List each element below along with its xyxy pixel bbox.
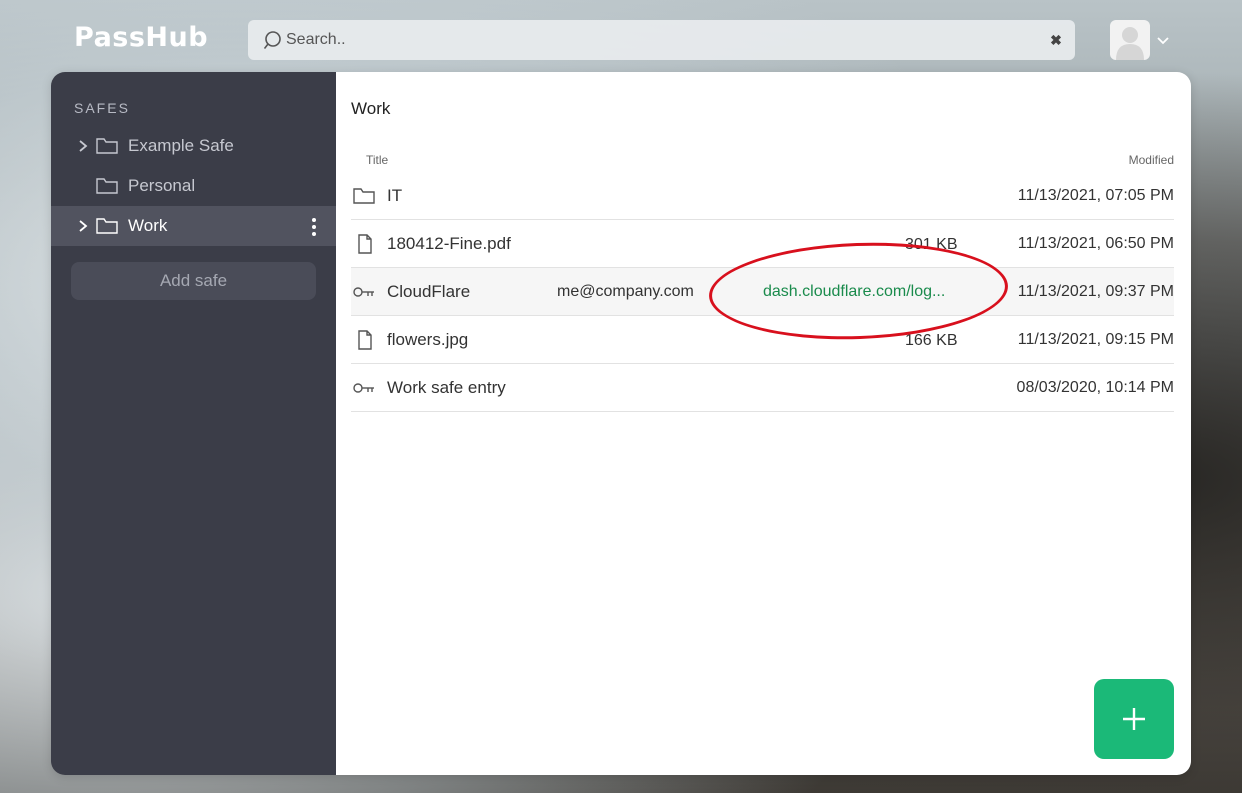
- folder-icon: [353, 188, 375, 204]
- sidebar-item-work[interactable]: Work: [51, 206, 336, 246]
- add-safe-button[interactable]: Add safe: [71, 262, 316, 300]
- column-header-title[interactable]: Title: [366, 153, 388, 167]
- breadcrumb: Work: [351, 99, 391, 118]
- row-title: 180412-Fine.pdf: [387, 234, 511, 253]
- row-size: 301 KB: [905, 236, 958, 253]
- sidebar-item-personal[interactable]: Personal: [51, 166, 336, 206]
- search-icon: [264, 31, 281, 49]
- row-title: flowers.jpg: [387, 330, 469, 349]
- chevron-down-icon[interactable]: [1156, 33, 1170, 47]
- kebab-menu-icon[interactable]: [307, 217, 321, 237]
- row-url-link[interactable]: dash.cloudflare.com/log...: [763, 283, 945, 301]
- search-input[interactable]: [286, 20, 1026, 60]
- sidebar-item-example-safe[interactable]: Example Safe: [51, 126, 336, 166]
- search-bar: ✖: [248, 20, 1075, 60]
- folder-icon: [96, 178, 118, 194]
- row-modified: 11/13/2021, 09:15 PM: [1017, 331, 1174, 348]
- content-area: Work Title Modified IT 11/13/2021, 07:05…: [336, 72, 1191, 775]
- key-icon: [353, 383, 374, 393]
- column-header-modified[interactable]: Modified: [1129, 153, 1174, 167]
- table-row[interactable]: CloudFlare me@company.com dash.cloudflar…: [351, 268, 1174, 316]
- key-icon: [353, 287, 374, 297]
- folder-icon: [96, 138, 118, 154]
- folder-icon: [96, 218, 118, 234]
- sidebar-item-label: Personal: [128, 176, 196, 195]
- table-row[interactable]: 180412-Fine.pdf 301 KB 11/13/2021, 06:50…: [351, 220, 1174, 268]
- row-title: IT: [387, 186, 403, 205]
- sidebar-item-label: Work: [128, 216, 168, 235]
- clear-search-icon[interactable]: ✖: [1047, 31, 1065, 49]
- table-row[interactable]: IT 11/13/2021, 07:05 PM: [351, 172, 1174, 220]
- row-login[interactable]: me@company.com: [557, 283, 694, 301]
- row-modified: 08/03/2020, 10:14 PM: [1016, 379, 1174, 396]
- avatar[interactable]: [1110, 20, 1150, 60]
- row-size: 166 KB: [905, 332, 958, 349]
- row-modified: 11/13/2021, 09:37 PM: [1017, 283, 1174, 300]
- app-logo[interactable]: PassHub: [74, 22, 208, 53]
- items-table: Title Modified IT 11/13/2021, 07:05 PM 1…: [351, 152, 1174, 412]
- sidebar-title: SAFES: [74, 100, 130, 116]
- sidebar: SAFES Example Safe Personal Work Add saf…: [51, 72, 336, 775]
- sidebar-item-label: Example Safe: [128, 136, 234, 155]
- add-item-button[interactable]: [1094, 679, 1174, 759]
- user-silhouette-icon: [1116, 27, 1144, 60]
- plus-icon: [1123, 708, 1145, 730]
- row-title: CloudFlare: [387, 282, 471, 301]
- row-modified: 11/13/2021, 07:05 PM: [1017, 187, 1174, 204]
- row-title: Work safe entry: [387, 378, 506, 397]
- chevron-right-icon[interactable]: [77, 219, 89, 233]
- user-menu[interactable]: [1110, 20, 1170, 60]
- table-row[interactable]: flowers.jpg 166 KB 11/13/2021, 09:15 PM: [351, 316, 1174, 364]
- file-icon: [358, 330, 372, 350]
- chevron-right-icon[interactable]: [77, 139, 89, 153]
- row-modified: 11/13/2021, 06:50 PM: [1017, 235, 1174, 252]
- table-header: Title Modified: [351, 152, 1174, 172]
- table-row[interactable]: Work safe entry 08/03/2020, 10:14 PM: [351, 364, 1174, 412]
- file-icon: [358, 234, 372, 254]
- main-panel: SAFES Example Safe Personal Work Add saf…: [51, 72, 1191, 775]
